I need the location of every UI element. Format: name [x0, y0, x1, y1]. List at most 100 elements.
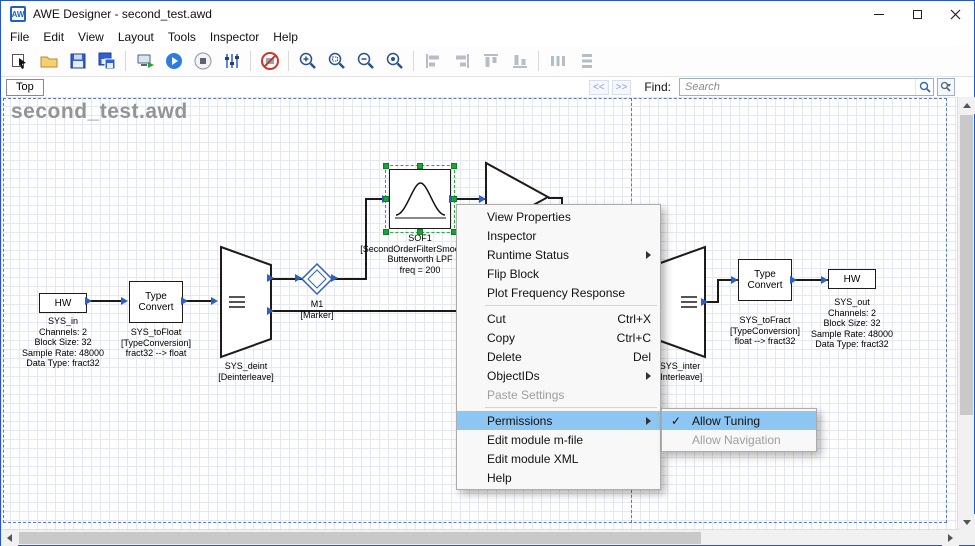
save-button[interactable] [64, 48, 91, 74]
search-go-button[interactable] [915, 79, 933, 95]
menu-layout[interactable]: Layout [111, 27, 161, 46]
selection-handle[interactable] [383, 229, 389, 235]
scroll-right-button[interactable] [942, 530, 959, 546]
menu-edit[interactable]: Edit [36, 27, 71, 46]
menu-view[interactable]: View [71, 27, 111, 46]
distribute-vertical-button[interactable] [573, 48, 600, 74]
menu-item-copy[interactable]: CopyCtrl+C [457, 328, 660, 347]
align-bottom-button[interactable] [506, 48, 533, 74]
block-label: Type Convert [132, 291, 180, 313]
horizontal-scrollbar[interactable] [1, 529, 975, 545]
open-button[interactable] [35, 48, 62, 74]
save-as-icon [97, 51, 117, 71]
submenu-item-allow-navigation: Allow Navigation [662, 430, 816, 449]
block-m1-marker[interactable] [299, 261, 335, 297]
menu-item-runtime-status[interactable]: Runtime Status [457, 245, 660, 264]
menu-item-flip-block[interactable]: Flip Block [457, 264, 660, 283]
menu-item-edit-module-xml[interactable]: Edit module XML [457, 449, 660, 468]
menu-item-delete[interactable]: DeleteDel [457, 347, 660, 366]
menu-item-view-properties[interactable]: View Properties [457, 207, 660, 226]
save-as-button[interactable] [93, 48, 120, 74]
align-right-button[interactable] [448, 48, 475, 74]
run-button[interactable] [160, 48, 187, 74]
menu-item-cut[interactable]: CutCtrl+X [457, 309, 660, 328]
zoom-out-button[interactable] [352, 48, 379, 74]
stop-button[interactable] [189, 48, 216, 74]
maximize-icon [913, 10, 922, 19]
select-pointer-icon [10, 51, 30, 71]
zoom-fit-button[interactable] [381, 48, 408, 74]
menu-inspector[interactable]: Inspector [203, 27, 266, 46]
zoom-selection-button[interactable] [323, 48, 350, 74]
vertical-scrollbar[interactable] [957, 97, 974, 531]
find-previous-button[interactable]: << [589, 80, 609, 95]
search-options-button[interactable] [937, 78, 955, 96]
zoom-fit-icon [385, 51, 405, 71]
window-controls [860, 1, 974, 27]
zoom-in-button[interactable] [294, 48, 321, 74]
selection-handle[interactable] [417, 229, 423, 235]
context-menu: View Properties Inspector Runtime Status… [456, 204, 661, 490]
submenu-arrow-icon [646, 372, 651, 380]
scroll-left-button[interactable] [1, 530, 18, 546]
close-button[interactable] [936, 1, 974, 27]
find-next-button[interactable]: >> [612, 80, 632, 95]
menu-help[interactable]: Help [266, 27, 305, 46]
breadcrumb-top-tab[interactable]: Top [6, 79, 44, 96]
vertical-scroll-thumb[interactable] [960, 115, 973, 415]
menu-file[interactable]: File [3, 27, 36, 46]
select-pointer-button[interactable] [6, 48, 33, 74]
selection-outline [385, 165, 455, 233]
distribute-vertical-icon [577, 51, 597, 71]
minimize-button[interactable] [860, 1, 898, 27]
menu-item-help[interactable]: Help [457, 468, 660, 487]
search-input[interactable] [680, 81, 915, 93]
menu-item-permissions[interactable]: Permissions [457, 411, 660, 430]
find-label: Find: [644, 80, 671, 94]
toolbar [1, 46, 974, 77]
align-top-icon [481, 51, 501, 71]
titlebar[interactable]: AW AWE Designer - second_test.awd [1, 1, 974, 27]
open-folder-icon [39, 51, 59, 71]
menu-item-edit-module-m-file[interactable]: Edit module m-file [457, 430, 660, 449]
search-icon [919, 81, 931, 93]
block-sys-in[interactable]: HW [39, 293, 87, 313]
selection-handle[interactable] [383, 163, 389, 169]
submenu-arrow-icon [646, 251, 651, 259]
zoom-out-icon [356, 51, 376, 71]
menu-item-plot-frequency-response[interactable]: Plot Frequency Response [457, 283, 660, 302]
input-pin [295, 274, 302, 282]
menu-separator [485, 407, 657, 408]
selection-handle[interactable] [451, 196, 457, 202]
selection-handle[interactable] [383, 196, 389, 202]
menu-tools[interactable]: Tools [161, 27, 203, 46]
menu-item-inspector[interactable]: Inspector [457, 226, 660, 245]
search-options-icon [940, 81, 952, 93]
menu-item-objectids[interactable]: ObjectIDs [457, 366, 660, 385]
audio-config-button[interactable] [218, 48, 245, 74]
submenu-item-allow-tuning[interactable]: ✓ Allow Tuning [662, 411, 816, 430]
block-sys-tofract[interactable]: Type Convert [738, 259, 792, 301]
output-pin [331, 274, 338, 282]
block-sys-tofloat[interactable]: Type Convert [129, 281, 183, 323]
toolbar-separator [538, 51, 539, 71]
selection-handle[interactable] [451, 163, 457, 169]
scroll-up-button[interactable] [958, 97, 975, 114]
maximize-button[interactable] [898, 1, 936, 27]
input-pin [211, 297, 218, 305]
selection-handle[interactable] [417, 163, 423, 169]
block-sys-deint[interactable] [219, 245, 273, 359]
align-left-button[interactable] [419, 48, 446, 74]
halt-audio-icon [260, 51, 280, 71]
halt-audio-button[interactable] [256, 48, 283, 74]
output-pin [181, 297, 188, 305]
align-top-button[interactable] [477, 48, 504, 74]
block-sys-out[interactable]: HW [828, 269, 876, 289]
horizontal-scroll-thumb[interactable] [19, 532, 701, 544]
block-sys-inter[interactable] [653, 245, 707, 359]
arrow-up-icon [963, 103, 971, 108]
distribute-horizontal-button[interactable] [544, 48, 571, 74]
toolbar-separator [288, 51, 289, 71]
design-canvas[interactable]: second_test.awd [1, 97, 959, 531]
deploy-button[interactable] [131, 48, 158, 74]
